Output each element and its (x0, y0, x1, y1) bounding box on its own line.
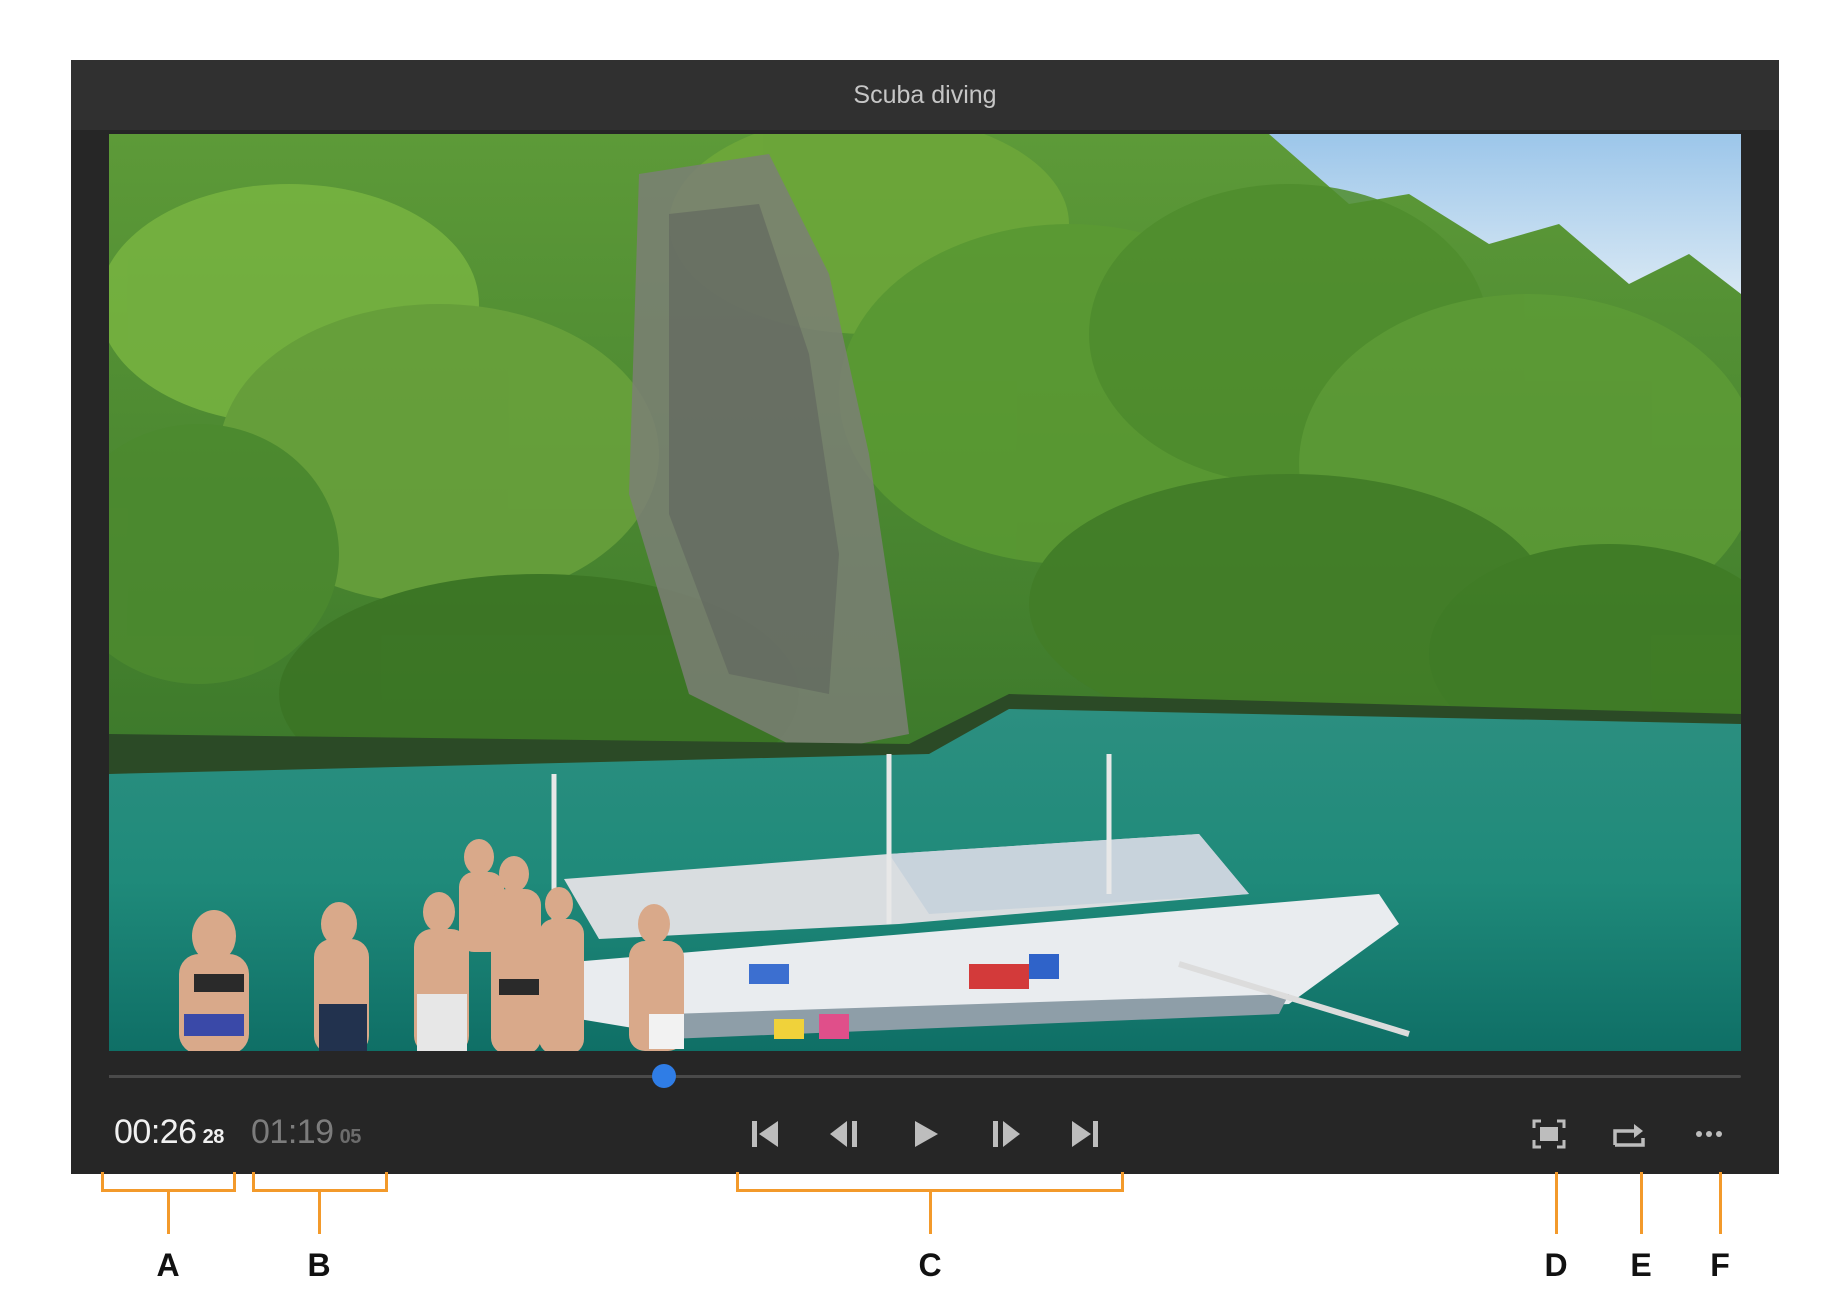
scrub-bar[interactable] (109, 1064, 1741, 1088)
current-time-display: 00:26 28 (114, 1113, 224, 1152)
duration-frames: 05 (339, 1126, 362, 1148)
video-scene-image (109, 134, 1741, 1051)
play-button[interactable] (901, 1110, 949, 1158)
callout-letter-a: A (156, 1247, 180, 1283)
callout-letter-c: C (918, 1247, 942, 1283)
fit-to-screen-button[interactable] (1525, 1110, 1573, 1158)
callout-letter-d: D (1544, 1247, 1568, 1283)
duration-display: 01:19 05 (251, 1113, 361, 1152)
current-frames: 28 (202, 1126, 225, 1148)
playhead-handle[interactable] (651, 1064, 676, 1088)
fit-screen-icon (1532, 1119, 1566, 1149)
more-icon (1696, 1131, 1722, 1137)
step-forward-icon (993, 1121, 1020, 1147)
play-icon (915, 1121, 938, 1147)
video-frame[interactable] (109, 134, 1741, 1051)
skip-to-end-icon (1072, 1121, 1098, 1147)
callout-letter-e: E (1630, 1247, 1652, 1283)
scrub-progress (109, 1075, 664, 1078)
step-back-button[interactable] (821, 1110, 869, 1158)
skip-to-start-icon (752, 1121, 778, 1147)
callout-letter-f: F (1710, 1247, 1730, 1283)
video-player: Scuba diving 00:26 28 01:19 05 (71, 60, 1779, 1174)
step-back-icon (830, 1121, 857, 1147)
callout-letter-b: B (307, 1247, 331, 1283)
current-time: 00:26 (114, 1113, 197, 1151)
step-forward-button[interactable] (981, 1110, 1029, 1158)
player-title: Scuba diving (71, 60, 1779, 130)
more-options-button[interactable] (1685, 1110, 1733, 1158)
go-to-start-button[interactable] (741, 1110, 789, 1158)
duration-time: 01:19 (251, 1113, 334, 1151)
go-to-end-button[interactable] (1061, 1110, 1109, 1158)
loop-icon (1613, 1124, 1645, 1147)
loop-button[interactable] (1605, 1110, 1653, 1158)
